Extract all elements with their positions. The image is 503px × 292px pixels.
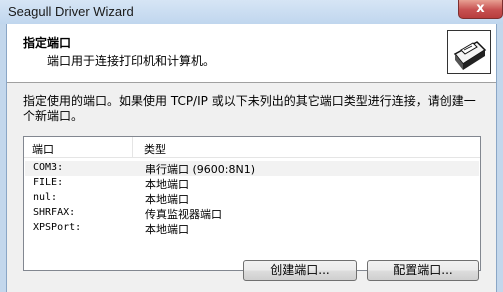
column-divider[interactable] xyxy=(132,137,133,157)
create-port-button[interactable]: 创建端口... xyxy=(243,260,357,281)
port-type: 本地端口 xyxy=(145,178,189,191)
port-type: 本地端口 xyxy=(145,193,189,206)
header-panel: 指定端口 端口用于连接打印机和计算机。 xyxy=(7,24,496,83)
close-button[interactable]: x xyxy=(458,0,503,19)
port-row-com3[interactable]: COM3: 串行端口 (9600:8N1) xyxy=(25,161,479,176)
page-subtitle: 端口用于连接打印机和计算机。 xyxy=(47,54,216,68)
port-name: nul: xyxy=(33,192,58,203)
page-title: 指定端口 xyxy=(23,36,72,50)
column-header-type[interactable]: 类型 xyxy=(144,141,166,157)
list-header: 端口 类型 xyxy=(24,137,480,158)
configure-port-button[interactable]: 配置端口... xyxy=(367,260,479,281)
port-name: FILE: xyxy=(33,177,64,188)
port-name: XPSPort: xyxy=(33,222,82,233)
port-name: SHRFAX: xyxy=(33,207,76,218)
printer-icon xyxy=(447,30,491,74)
column-header-port[interactable]: 端口 xyxy=(32,141,54,157)
port-type: 传真监视器端口 xyxy=(145,208,222,221)
wizard-body: 指定端口 端口用于连接打印机和计算机。 指定使用的端口。如果使用 TCP/IP … xyxy=(6,24,497,292)
title-bar: Seagull Driver Wizard x xyxy=(0,0,503,24)
port-name: COM3: xyxy=(33,162,64,173)
port-row-file[interactable]: FILE: 本地端口 xyxy=(25,176,479,191)
port-row-shrfax[interactable]: SHRFAX: 传真监视器端口 xyxy=(25,206,479,221)
window-title: Seagull Driver Wizard xyxy=(8,4,134,19)
port-row-nul[interactable]: nul: 本地端口 xyxy=(25,191,479,206)
port-row-xpsport[interactable]: XPSPort: 本地端口 xyxy=(25,221,479,236)
port-type: 本地端口 xyxy=(145,223,189,236)
port-list[interactable]: 端口 类型 COM3: 串行端口 (9600:8N1) FILE: 本地端口 n… xyxy=(23,136,481,271)
close-icon: x xyxy=(476,1,485,16)
port-type: 串行端口 (9600:8N1) xyxy=(145,163,256,176)
instruction-text: 指定使用的端口。如果使用 TCP/IP 或以下未列出的其它端口类型进行连接，请创… xyxy=(23,94,476,123)
